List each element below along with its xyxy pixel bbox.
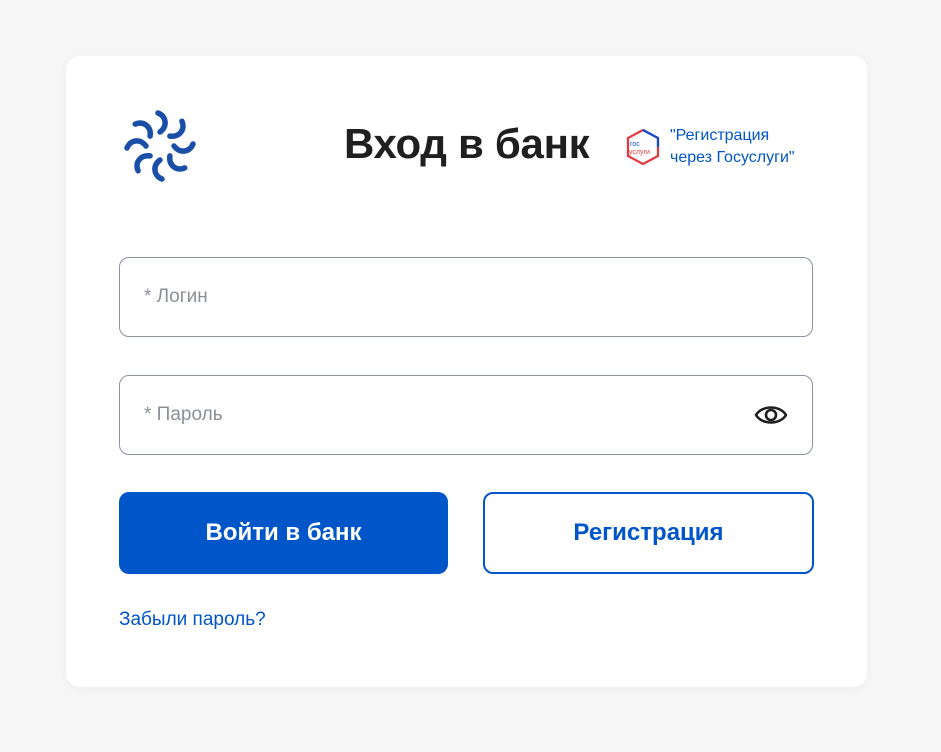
eye-icon[interactable] (754, 400, 788, 430)
gosuslugi-icon-text-bottom: услуги (629, 149, 650, 156)
login-button[interactable]: Войти в банк (119, 492, 448, 574)
gosuslugi-line-1: "Регистрация (670, 127, 770, 144)
password-field-container (119, 375, 813, 455)
page-title: Вход в банк (344, 120, 590, 167)
gosuslugi-register-link[interactable]: гос услуги "Регистрация через Госуслуги" (624, 125, 795, 169)
forgot-password-link[interactable]: Забыли пароль? (119, 609, 266, 631)
register-button[interactable]: Регистрация (483, 492, 814, 574)
gosuslugi-link-text[interactable]: "Регистрация через Госуслуги" (670, 125, 795, 169)
gosuslugi-icon-text-top: гос (630, 141, 640, 148)
login-input[interactable] (144, 258, 734, 336)
login-card: Вход в банк гос услуги "Регистрация чере… (66, 56, 867, 687)
gosuslugi-logo-icon: гос услуги (626, 128, 660, 166)
gosuslugi-line-2: через Госуслуги" (670, 149, 795, 166)
password-input[interactable] (144, 376, 734, 454)
login-field-container (119, 257, 813, 337)
bank-flower-logo-icon (124, 110, 196, 182)
